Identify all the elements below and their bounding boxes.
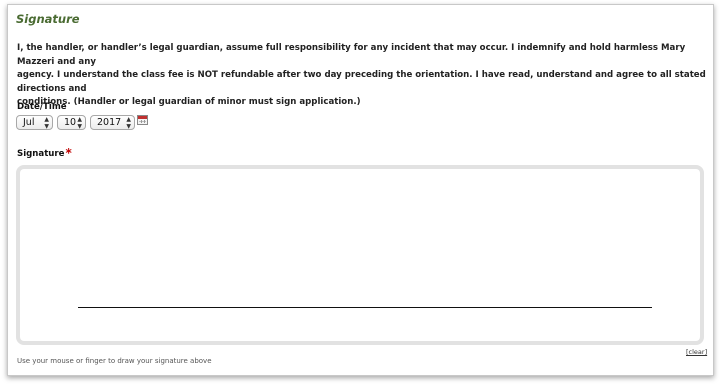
disclaimer-line: conditions. (Handler or legal guardian o… <box>17 97 361 107</box>
signature-form-panel: Signature I, the handler, or handler’s l… <box>7 4 714 376</box>
disclaimer-line: agency. I understand the class fee is NO… <box>17 70 706 94</box>
signature-label-text: Signature <box>17 149 65 159</box>
section-title: Signature <box>16 12 80 26</box>
day-select[interactable]: 10 ▲ ▼ <box>57 115 86 130</box>
year-select[interactable]: 2017 ▲ ▼ <box>90 115 135 130</box>
day-value: 10 <box>64 117 77 128</box>
year-value: 2017 <box>97 117 122 128</box>
calendar-icon[interactable] <box>137 115 148 125</box>
signature-pad[interactable] <box>16 165 704 345</box>
date-time-label: Date/Time <box>17 102 67 112</box>
select-arrows-icon: ▲ ▼ <box>44 116 49 130</box>
disclaimer-line: I, the handler, or handler’s legal guard… <box>17 43 686 67</box>
signature-label: Signature* <box>17 145 72 160</box>
signature-baseline <box>78 307 652 308</box>
select-arrows-icon: ▲ ▼ <box>77 116 82 130</box>
clear-signature-link[interactable]: [clear] <box>686 348 707 356</box>
select-arrows-icon: ▲ ▼ <box>126 116 131 130</box>
calendar-header-bar <box>138 116 147 119</box>
disclaimer-text: I, the handler, or handler’s legal guard… <box>17 42 707 110</box>
calendar-grid <box>139 120 146 123</box>
signature-help-text: Use your mouse or finger to draw your si… <box>17 357 212 365</box>
required-marker: * <box>65 146 72 160</box>
month-select[interactable]: Jul ▲ ▼ <box>16 115 53 130</box>
month-value: Jul <box>23 117 35 128</box>
